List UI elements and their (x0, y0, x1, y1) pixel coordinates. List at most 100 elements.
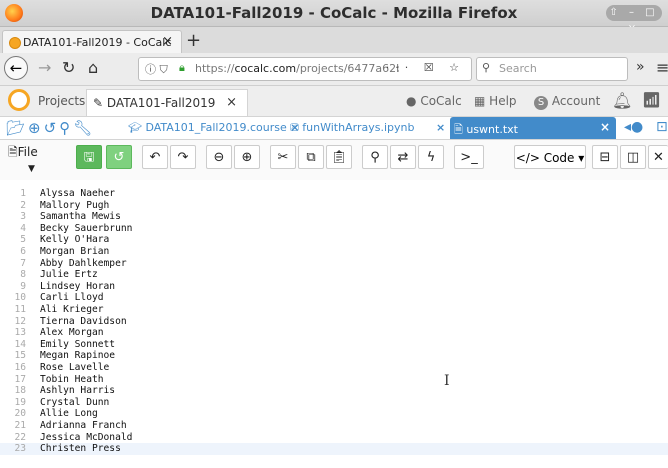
editor-line[interactable]: 23 Christen Press (0, 443, 668, 455)
folder-icon[interactable]: 📂︎ (6, 119, 28, 137)
paste-button[interactable]: 📋︎ (326, 145, 352, 169)
line-text[interactable]: Adrianna Franch (40, 420, 127, 432)
find-button[interactable]: ⚲ (362, 145, 388, 169)
url-bar[interactable]: ⓘ ⛉ 🔒︎ https://cocalc.com/projects/6477a… (138, 57, 472, 81)
line-text[interactable]: Lindsey Horan (40, 281, 115, 293)
terminal-button[interactable]: >_ (454, 145, 484, 169)
close-frame-button[interactable]: ✕ (648, 145, 668, 169)
line-text[interactable]: Ali Krieger (40, 304, 104, 316)
code-editor[interactable]: 1 Alyssa Naeher 2 Mallory Pugh 3 Samantha Mew… (0, 180, 668, 468)
new-tab-button[interactable]: + (186, 30, 201, 51)
line-text[interactable]: Kelly O'Hara (40, 234, 109, 246)
editor-line[interactable]: 17 Tobin Heath (0, 374, 668, 386)
editor-line[interactable]: 2 Mallory Pugh (0, 200, 668, 212)
zoom-in-button[interactable]: ⊕ (234, 145, 260, 169)
editor-line[interactable]: 18 Ashlyn Harris (0, 385, 668, 397)
timetravel-button[interactable]: ↺ (106, 145, 132, 169)
browser-tab[interactable]: DATA101-Fall2019 - CoCalc × (2, 30, 182, 54)
close-file-tab-icon[interactable]: × (436, 121, 445, 134)
close-file-tab-icon[interactable]: × (600, 120, 610, 134)
project-tab[interactable]: ✎ DATA101-Fall2019 × (86, 89, 248, 116)
search-files-icon[interactable]: ⚲ (59, 119, 73, 137)
line-text[interactable]: Tierna Davidson (40, 316, 127, 328)
copy-button[interactable]: ⧉ (298, 145, 324, 169)
add-icon[interactable]: ⊕ (28, 119, 44, 137)
cocalc-link[interactable]: ● CoCalc (406, 94, 462, 108)
file-menu-button[interactable]: 🗎︎File ▼ (8, 143, 38, 174)
reload-button[interactable]: ↻ (62, 58, 75, 77)
close-tab-icon[interactable]: × (162, 34, 173, 49)
history-icon[interactable]: ↺ (44, 119, 60, 137)
line-text[interactable]: Alex Morgan (40, 327, 104, 339)
editor-line[interactable]: 21 Adrianna Franch (0, 420, 668, 432)
editor-line[interactable]: 1 Alyssa Naeher (0, 188, 668, 200)
split-horizontal-button[interactable]: ⊟ (592, 145, 618, 169)
editor-line[interactable]: 15 Megan Rapinoe (0, 350, 668, 362)
line-text[interactable]: Becky Sauerbrunn (40, 223, 132, 235)
file-tab-course[interactable]: 🎓︎ DATA101_Fall2019.course × (128, 121, 299, 134)
line-text[interactable]: Carli Lloyd (40, 292, 104, 304)
window-controls[interactable]: ⇧ – □ × (606, 5, 662, 34)
line-text[interactable]: Emily Sonnett (40, 339, 115, 351)
line-text[interactable]: Julie Ertz (40, 269, 98, 281)
line-text[interactable]: Abby Dahlkemper (40, 258, 127, 270)
editor-line[interactable]: 3 Samantha Mewis (0, 211, 668, 223)
line-text[interactable]: Morgan Brian (40, 246, 109, 258)
forward-button[interactable]: → (38, 58, 51, 77)
undo-button[interactable]: ↶ (142, 145, 168, 169)
bell-icon[interactable]: 🔔︎ (612, 91, 632, 110)
file-tab-uswnt[interactable]: 🗎 uswnt.txt × (450, 117, 616, 139)
editor-line[interactable]: 16 Rose Lavelle (0, 362, 668, 374)
line-text[interactable]: Allie Long (40, 408, 98, 420)
projects-link[interactable]: Projects (38, 94, 85, 108)
editor-line[interactable]: 6 Morgan Brian (0, 246, 668, 258)
cut-button[interactable]: ✂ (270, 145, 296, 169)
line-text[interactable]: Alyssa Naeher (40, 188, 115, 200)
editor-line[interactable]: 11 Ali Krieger (0, 304, 668, 316)
editor-line[interactable]: 22 Jessica McDonald (0, 432, 668, 444)
info-icon[interactable]: ⓘ ⛉ (145, 61, 168, 77)
overflow-button[interactable]: » (636, 59, 645, 75)
line-text[interactable]: Mallory Pugh (40, 200, 109, 212)
editor-line[interactable]: 12 Tierna Davidson (0, 316, 668, 328)
zoom-out-button[interactable]: ⊖ (206, 145, 232, 169)
chat-icon[interactable]: ◂● (624, 119, 643, 135)
line-text[interactable]: Crystal Dunn (40, 397, 109, 409)
code-menu-button[interactable]: </> Code ▾ (514, 145, 586, 169)
line-text[interactable]: Tobin Heath (40, 374, 104, 386)
file-actions[interactable]: 📂︎⊕↺⚲🔧︎ (6, 119, 95, 137)
account-link[interactable]: S Account (534, 94, 600, 110)
editor-line[interactable]: 9 Lindsey Horan (0, 281, 668, 293)
line-text[interactable]: Rose Lavelle (40, 362, 109, 374)
help-link[interactable]: ▦ Help (474, 94, 517, 108)
split-vertical-button[interactable]: ◫ (620, 145, 646, 169)
line-text[interactable]: Jessica McDonald (40, 432, 132, 444)
close-project-tab-icon[interactable]: × (226, 95, 237, 110)
home-button[interactable]: ⌂ (88, 58, 98, 77)
cocalc-logo-icon[interactable] (8, 89, 30, 111)
page-actions[interactable]: ··· ☒ ☆ (386, 61, 465, 74)
editor-line[interactable]: 10 Carli Lloyd (0, 292, 668, 304)
save-button[interactable]: 🖫 (76, 145, 102, 169)
editor-line[interactable]: 19 Crystal Dunn (0, 397, 668, 409)
wrench-icon[interactable]: 🔧︎ (73, 119, 95, 137)
url-text[interactable]: https://cocalc.com/projects/6477a62b-2 (195, 62, 399, 75)
editor-line[interactable]: 7 Abby Dahlkemper (0, 258, 668, 270)
file-tab-notebook[interactable]: ⎚ funWithArrays.ipynb (290, 121, 414, 135)
editor-line[interactable]: 5 Kelly O'Hara (0, 234, 668, 246)
replace-button[interactable]: ⇄ (390, 145, 416, 169)
redo-button[interactable]: ↷ (170, 145, 196, 169)
editor-line[interactable]: 13 Alex Morgan (0, 327, 668, 339)
search-box[interactable]: ⚲ Search (476, 57, 628, 81)
line-text[interactable]: Christen Press (40, 443, 121, 455)
editor-line[interactable]: 14 Emily Sonnett (0, 339, 668, 351)
back-button[interactable]: ← (4, 56, 28, 80)
editor-line[interactable]: 4 Becky Sauerbrunn (0, 223, 668, 235)
editor-line[interactable]: 8 Julie Ertz (0, 269, 668, 281)
share-icon[interactable]: ⊡ (656, 119, 668, 135)
line-text[interactable]: Samantha Mewis (40, 211, 121, 223)
line-text[interactable]: Megan Rapinoe (40, 350, 115, 362)
menu-icon[interactable]: ≡ (656, 58, 668, 77)
format-button[interactable]: ϟ (418, 145, 444, 169)
line-text[interactable]: Ashlyn Harris (40, 385, 115, 397)
